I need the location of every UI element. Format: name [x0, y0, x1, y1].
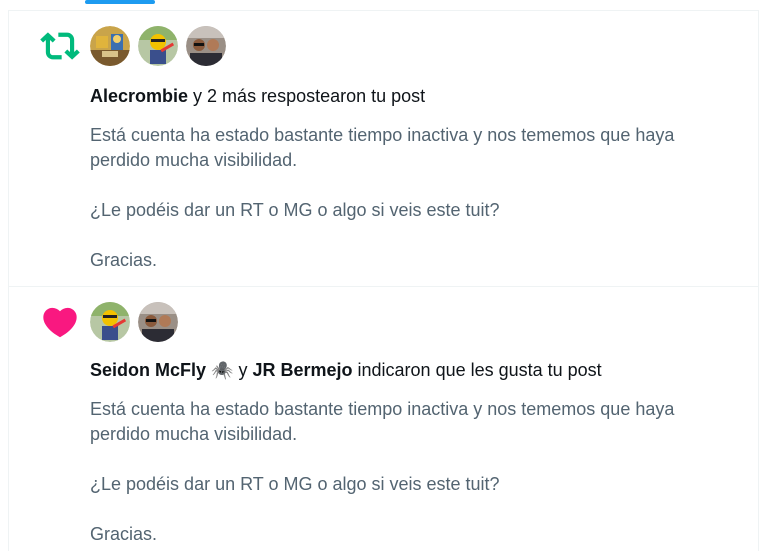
avatar-seidon-mcfly[interactable]: [138, 26, 178, 66]
notification-like[interactable]: Seidon McFly 🕷️ y JR Bermejo indicaron q…: [9, 287, 758, 551]
post-paragraph: Gracias.: [90, 250, 158, 270]
repost-icon: [40, 26, 80, 66]
avatar-alecrombie[interactable]: [90, 26, 130, 66]
notification-headline: Alecrombie y 2 más respostearon tu post: [90, 84, 738, 108]
headline-text: y 2 más respostearon tu post: [188, 86, 426, 106]
post-paragraph: ¿Le podéis dar un RT o MG o algo si veis…: [90, 200, 500, 220]
notification-headline: Seidon McFly 🕷️ y JR Bermejo indicaron q…: [90, 358, 738, 382]
avatar-seidon-mcfly[interactable]: [90, 302, 130, 342]
avatar-group: [90, 26, 226, 66]
headline-text: indicaron que les gusta tu post: [352, 360, 602, 380]
user-name-link[interactable]: JR Bermejo: [252, 360, 352, 380]
user-name-link[interactable]: Alecrombie: [90, 86, 188, 106]
avatar-group: [90, 302, 178, 342]
spider-emoji: 🕷️: [211, 360, 234, 380]
post-preview: Está cuenta ha estado bastante tiempo in…: [90, 123, 728, 273]
user-name-link[interactable]: Seidon McFly: [90, 360, 206, 380]
heart-icon: [40, 302, 80, 342]
notifications-timeline: Alecrombie y 2 más respostearon tu post …: [8, 10, 759, 551]
post-paragraph: Está cuenta ha estado bastante tiempo in…: [90, 125, 675, 170]
avatar-jr-bermejo[interactable]: [138, 302, 178, 342]
headline-connector: y: [233, 360, 253, 380]
avatar-jr-bermejo[interactable]: [186, 26, 226, 66]
post-paragraph: Está cuenta ha estado bastante tiempo in…: [90, 399, 675, 444]
post-paragraph: ¿Le podéis dar un RT o MG o algo si veis…: [90, 474, 500, 494]
active-tab-indicator: [85, 0, 155, 4]
post-preview: Está cuenta ha estado bastante tiempo in…: [90, 397, 728, 547]
notification-repost[interactable]: Alecrombie y 2 más respostearon tu post …: [9, 11, 758, 287]
post-paragraph: Gracias.: [90, 524, 158, 544]
notifications-screen: Alecrombie y 2 más respostearon tu post …: [0, 0, 766, 551]
